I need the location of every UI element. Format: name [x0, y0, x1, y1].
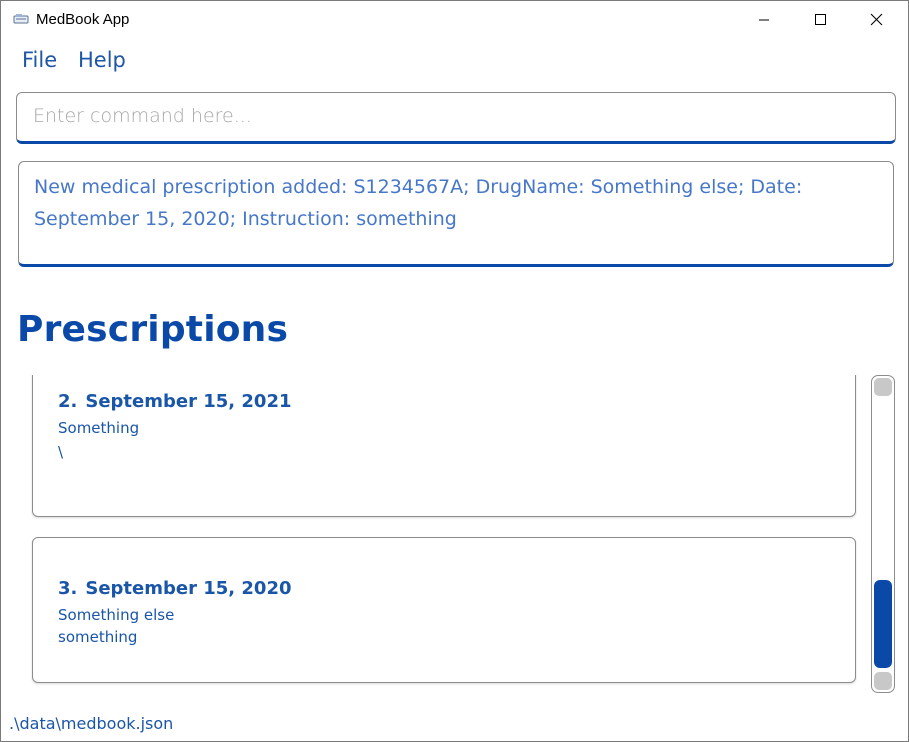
prescription-title: 2. September 15, 2021 [58, 391, 292, 412]
prescription-date: September 15, 2021 [85, 391, 292, 412]
prescription-instruction: \ [58, 443, 64, 461]
scroll-up-button[interactable] [874, 378, 892, 396]
command-box [16, 92, 896, 144]
list-item[interactable]: 3. September 15, 2020 Something else some… [32, 537, 856, 683]
menu-bar: File Help [1, 41, 908, 81]
prescription-index: 3. [58, 578, 78, 599]
menu-help[interactable]: Help [78, 48, 126, 72]
prescription-index: 2. [58, 391, 78, 412]
prescription-title: 3. September 15, 2020 [58, 578, 292, 599]
menu-file[interactable]: File [22, 48, 57, 72]
status-file-path: .\data\medbook.json [9, 714, 174, 733]
close-button[interactable] [853, 1, 899, 39]
prescription-drug: Something [58, 419, 140, 437]
result-message: New medical prescription added: S1234567… [34, 176, 803, 230]
maximize-icon [815, 14, 826, 25]
window-title: MedBook App [36, 11, 130, 28]
list-heading: Prescriptions [17, 309, 289, 350]
title-bar: MedBook App [1, 1, 908, 39]
scroll-thumb[interactable] [874, 580, 892, 668]
scroll-down-button[interactable] [874, 672, 892, 690]
minimize-icon [759, 19, 769, 21]
result-display: New medical prescription added: S1234567… [18, 161, 894, 267]
minimize-button[interactable] [741, 1, 787, 39]
maximize-button[interactable] [797, 1, 843, 39]
close-icon [870, 13, 883, 26]
prescription-drug: Something else [58, 606, 175, 624]
command-input[interactable] [17, 93, 895, 141]
list-item[interactable]: 2. September 15, 2021 Something \ [32, 375, 856, 517]
prescription-date: September 15, 2020 [85, 578, 292, 599]
app-icon [13, 14, 29, 24]
prescription-instruction: something [58, 628, 138, 646]
prescription-list[interactable]: 2. September 15, 2021 Something \ 3. Septe… [29, 375, 859, 689]
list-scrollbar[interactable] [871, 375, 895, 693]
app-window: MedBook App File Help New medical prescr… [0, 0, 909, 742]
